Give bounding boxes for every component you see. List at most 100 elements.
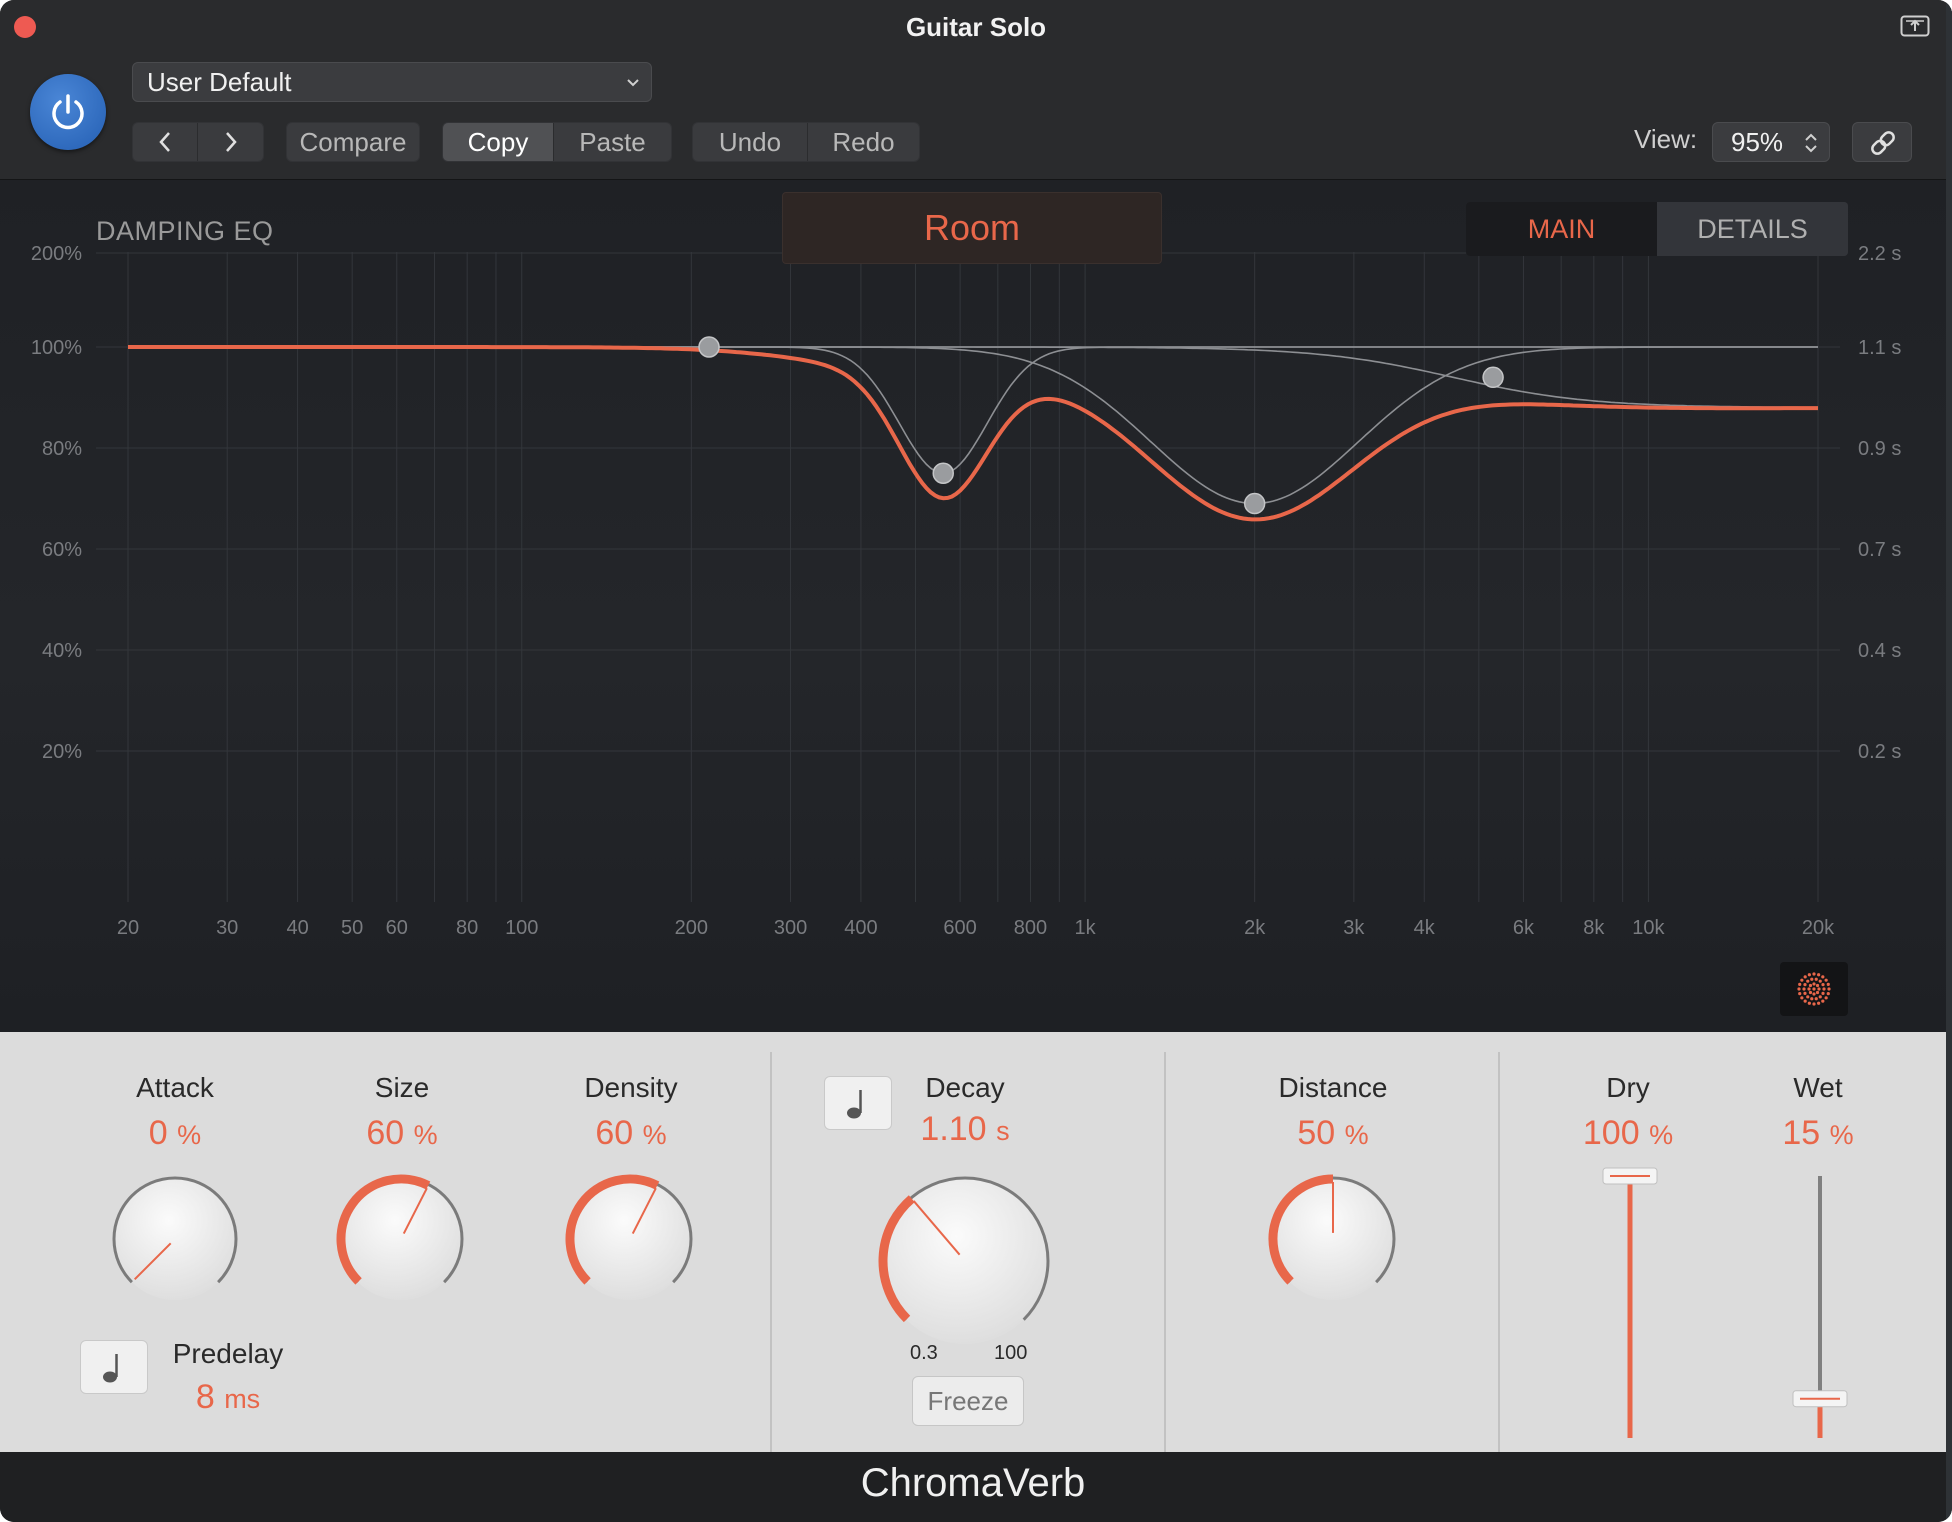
freq-axis-label: 30	[216, 917, 238, 939]
room-type-display[interactable]: Room	[782, 192, 1162, 264]
particle-dot	[1814, 977, 1818, 981]
particle-dot	[1812, 1002, 1816, 1006]
particle-dot	[1821, 991, 1825, 995]
particle-dot	[1798, 992, 1802, 996]
view-tabs: MAIN DETAILS	[1466, 202, 1848, 256]
copy-paste-group: Copy Paste	[442, 122, 672, 162]
undo-redo-group: Undo Redo	[692, 122, 920, 162]
particle-dot	[1824, 996, 1828, 1000]
attack-knob[interactable]	[108, 1172, 242, 1306]
eq-band-handle[interactable]	[1243, 492, 1266, 515]
size-label: Size	[374, 1072, 430, 1103]
chevron-down-icon	[627, 79, 639, 87]
particle-dot	[1803, 983, 1807, 987]
prev-preset-button[interactable]	[133, 123, 198, 161]
decay-knob[interactable]	[876, 1172, 1054, 1350]
particle-dot	[1826, 992, 1830, 996]
distance-number: 50	[1297, 1114, 1336, 1152]
distance-knob[interactable]	[1266, 1172, 1400, 1306]
expand-icon[interactable]	[1900, 14, 1930, 38]
freq-axis-label: 2k	[1244, 917, 1266, 939]
particle-dot	[1806, 995, 1810, 999]
eq-band-handle[interactable]	[698, 336, 720, 358]
particle-dot	[1812, 987, 1816, 991]
particle-dot	[1822, 987, 1826, 991]
copy-button[interactable]: Copy	[443, 123, 555, 161]
size-unit: %	[413, 1120, 438, 1150]
freq-axis-label: 80	[456, 917, 478, 939]
predelay-unit: ms	[224, 1384, 261, 1414]
dry-fader[interactable]	[1600, 1158, 1660, 1446]
chevron-right-icon	[225, 132, 237, 152]
preset-nav	[132, 122, 264, 162]
eq-band-handle[interactable]	[932, 462, 954, 484]
particle-dot	[1798, 982, 1802, 986]
window-title: Guitar Solo	[905, 12, 1047, 42]
next-preset-button[interactable]	[198, 123, 263, 161]
stepper-icon	[1805, 133, 1817, 153]
eq-graph[interactable]: 200% 100% 80% 60% 40% 20% 2.2 s 1.1 s 0.9 s 0.7 …	[0, 180, 1946, 1032]
freq-axis-label: 6k	[1513, 917, 1535, 939]
redo-button[interactable]: Redo	[808, 123, 919, 161]
predelay-sync-button[interactable]	[80, 1340, 148, 1394]
particle-dot	[1812, 982, 1816, 986]
power-button[interactable]	[30, 74, 106, 150]
freeze-button[interactable]: Freeze	[912, 1376, 1024, 1426]
particle-dot	[1824, 978, 1828, 982]
particle-dot	[1802, 987, 1806, 991]
dry-label: Dry	[1606, 1072, 1650, 1103]
eq-band-handle[interactable]	[1482, 366, 1504, 389]
compare-button[interactable]: Compare	[287, 123, 419, 161]
wet-fader[interactable]	[1790, 1158, 1850, 1446]
dry-number: 100	[1582, 1114, 1640, 1152]
left-axis-label: 60%	[42, 539, 82, 561]
header-bar: Guitar Solo User Default Compare Copy Pa…	[0, 0, 1952, 180]
particle-dot	[1817, 973, 1821, 977]
density-unit: %	[642, 1120, 667, 1150]
band-curve	[128, 346, 1818, 475]
decay-range-min: 0.3	[910, 1342, 938, 1364]
decay-label: Decay	[925, 1072, 1005, 1103]
window-edge	[1946, 0, 1952, 1522]
attack-label: Attack	[136, 1072, 214, 1103]
freq-axis-label: 20k	[1802, 917, 1835, 939]
tab-main[interactable]: MAIN	[1466, 202, 1657, 256]
predelay-number: 8	[195, 1378, 215, 1416]
link-button[interactable]	[1852, 122, 1912, 162]
particle-dot	[1821, 999, 1825, 1003]
right-axis-label: 2.2 s	[1858, 243, 1901, 265]
color-mode-button[interactable]	[1780, 962, 1848, 1016]
particle-dot	[1821, 983, 1825, 987]
freq-axis-label: 1k	[1075, 917, 1097, 939]
particle-dot	[1810, 997, 1814, 1001]
freq-axis-label: 300	[774, 917, 807, 939]
predelay-value[interactable]: 8 ms	[158, 1378, 298, 1417]
density-knob[interactable]	[563, 1172, 697, 1306]
particle-dot	[1818, 979, 1822, 983]
divider	[770, 1052, 772, 1462]
undo-button[interactable]: Undo	[693, 123, 808, 161]
music-note-icon	[103, 1354, 118, 1383]
link-icon	[1871, 131, 1895, 155]
size-value: 60 %	[327, 1114, 477, 1153]
particle-dot	[1817, 987, 1821, 991]
size-knob[interactable]	[334, 1172, 468, 1306]
decay-sync-button[interactable]	[824, 1076, 892, 1130]
particle-dot	[1815, 990, 1820, 995]
particle-dot	[1817, 1001, 1821, 1005]
freq-axis-label: 600	[943, 917, 976, 939]
size-number: 60	[366, 1114, 405, 1152]
left-axis-label: 20%	[42, 741, 82, 763]
decay-value: 1.10 s	[890, 1110, 1040, 1149]
particle-dot	[1803, 991, 1807, 995]
view-zoom-select[interactable]: 95%	[1712, 122, 1830, 162]
tab-details[interactable]: DETAILS	[1657, 202, 1848, 256]
paste-button[interactable]: Paste	[554, 123, 671, 161]
preset-value: User Default	[147, 67, 292, 97]
distance-unit: %	[1344, 1120, 1369, 1150]
compare-group: Compare	[286, 122, 420, 162]
preset-select[interactable]: User Default	[132, 62, 652, 102]
particle-dot	[1821, 975, 1825, 979]
attack-unit: %	[177, 1120, 202, 1150]
particle-dot	[1800, 996, 1804, 1000]
